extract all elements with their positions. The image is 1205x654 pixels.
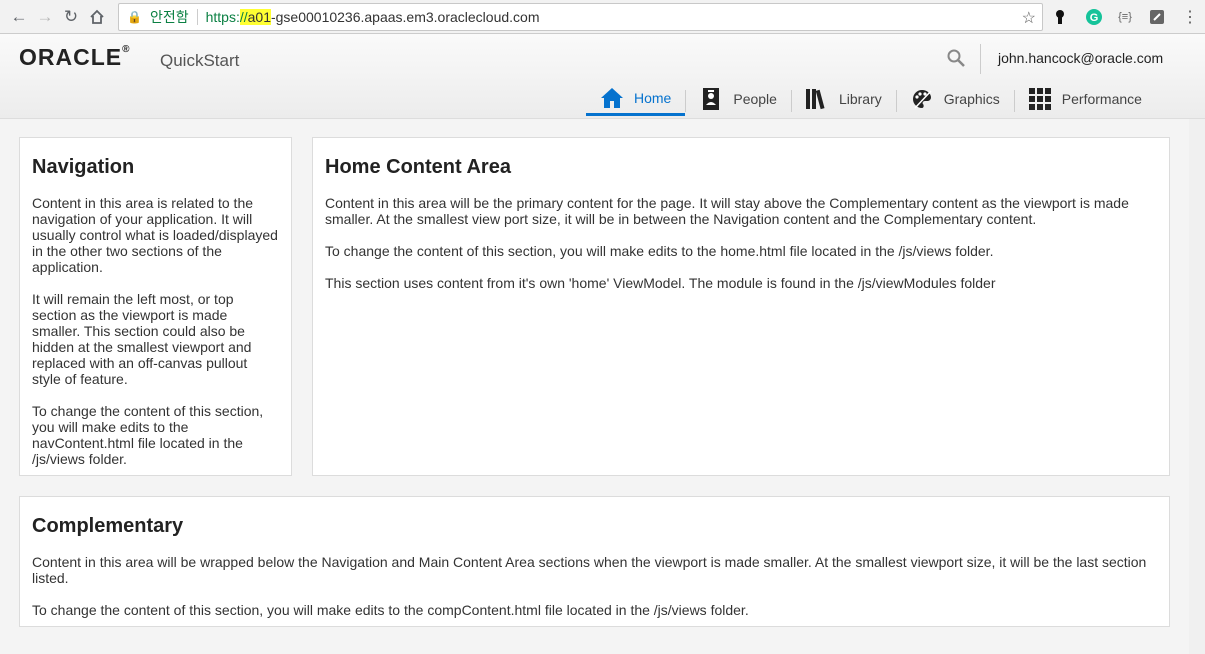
grammarly-icon[interactable]: G xyxy=(1084,7,1104,27)
books-icon xyxy=(805,87,829,111)
tab-library[interactable]: Library xyxy=(790,82,896,116)
oracle-logo: ORACLE® xyxy=(19,44,131,70)
home-content-title: Home Content Area xyxy=(325,156,511,178)
palette-icon xyxy=(910,87,934,111)
url-scheme: https: xyxy=(205,9,240,25)
url-host: -gse00010236.apaas.em3.oraclecloud.com xyxy=(270,9,540,25)
complementary-panel: Complementary Content in this area will … xyxy=(19,496,1170,627)
tab-people[interactable]: People xyxy=(685,82,791,116)
navigation-panel: Navigation Content in this area is relat… xyxy=(19,137,292,476)
user-menu[interactable]: john.hancock@oracle.com xyxy=(998,50,1163,66)
forward-arrow-icon[interactable]: → xyxy=(32,4,58,30)
app-name: QuickStart xyxy=(160,51,240,70)
omnibox-divider xyxy=(196,9,198,25)
complementary-title: Complementary xyxy=(32,515,184,537)
navigation-paragraph: To change the content of this section, y… xyxy=(32,403,264,467)
tab-performance[interactable]: Performance xyxy=(1013,82,1156,116)
search-icon[interactable] xyxy=(946,48,966,68)
nav-tabs: Home People Library Graphics Performance xyxy=(586,82,1156,116)
tab-label: People xyxy=(733,91,777,107)
secure-label: 안전함 xyxy=(149,9,189,25)
home-content-paragraph: Content in this area will be the primary… xyxy=(325,195,1129,227)
home-icon xyxy=(600,86,624,110)
grid-icon xyxy=(1028,87,1052,111)
home-content-paragraph: To change the content of this section, y… xyxy=(325,243,994,259)
app-header: ORACLE® QuickStart john.hancock@oracle.c… xyxy=(0,34,1205,119)
home-content-panel: Home Content Area Content in this area w… xyxy=(312,137,1170,476)
browser-menu-icon[interactable]: ⋮ xyxy=(1180,7,1200,27)
url-slashes: // xyxy=(239,9,248,25)
url-highlight: a01 xyxy=(247,9,271,25)
header-divider xyxy=(980,44,981,74)
tab-label: Library xyxy=(838,91,882,107)
home-page-icon[interactable] xyxy=(84,4,110,30)
reload-icon[interactable]: ↻ xyxy=(58,4,84,30)
json-extension-icon[interactable]: {≡} xyxy=(1115,7,1135,27)
navigation-paragraph: It will remain the left most, or top sec… xyxy=(32,291,252,387)
complementary-paragraph: To change the content of this section, y… xyxy=(32,602,749,618)
tab-home[interactable]: Home xyxy=(586,82,686,116)
extension-icon[interactable] xyxy=(1050,7,1070,27)
navigation-paragraph: Content in this area is related to the n… xyxy=(32,195,278,275)
tab-label: Graphics xyxy=(943,91,1000,107)
browser-toolbar: ← → ↻ 🔒 안전함 https://a01 -gse00010236.apaa… xyxy=(0,0,1205,34)
bookmark-star-icon[interactable]: ☆ xyxy=(1022,8,1036,28)
lock-icon: 🔒 xyxy=(127,10,142,24)
page-scrollbar[interactable] xyxy=(1189,119,1205,654)
home-content-paragraph: This section uses content from it's own … xyxy=(325,275,996,291)
address-bar[interactable]: 🔒 안전함 https://a01 -gse00010236.apaas.em3.… xyxy=(118,3,1043,31)
back-arrow-icon[interactable]: ← xyxy=(6,4,32,30)
tab-graphics[interactable]: Graphics xyxy=(895,82,1014,116)
tab-label: Performance xyxy=(1061,91,1142,107)
extension-square-icon[interactable] xyxy=(1147,7,1167,27)
tab-label: Home xyxy=(634,89,672,106)
svg-text:G: G xyxy=(1090,12,1099,24)
person-icon xyxy=(699,87,723,111)
navigation-title: Navigation xyxy=(32,156,135,178)
complementary-paragraph: Content in this area will be wrapped bel… xyxy=(32,554,1147,586)
